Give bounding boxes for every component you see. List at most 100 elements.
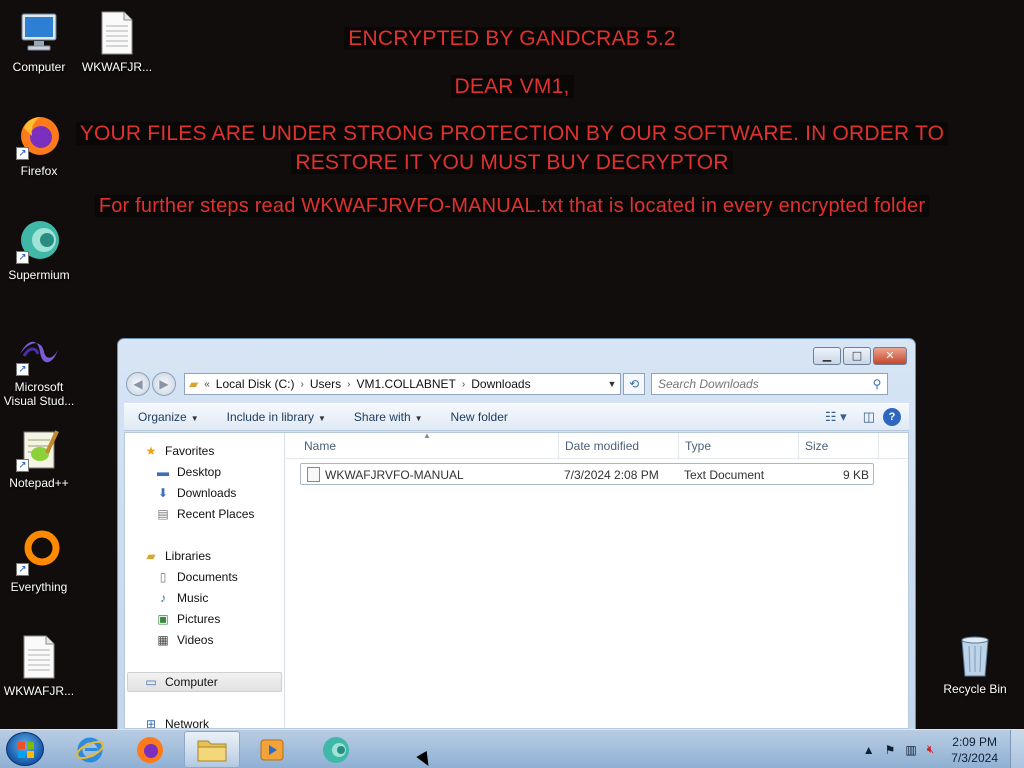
organize-button[interactable]: Organize ▼ <box>124 410 213 424</box>
recycle-bin-icon <box>952 632 998 678</box>
nav-downloads-label: Downloads <box>177 486 237 500</box>
desktop-icon-label: Everything <box>10 580 68 594</box>
taskbar-windows-explorer[interactable] <box>184 731 240 768</box>
breadcrumb-separator-icon[interactable]: › <box>462 379 465 390</box>
include-in-library-button[interactable]: Include in library ▼ <box>213 410 340 424</box>
nav-recent-places[interactable]: ▤ Recent Places <box>155 504 254 524</box>
action-center-flag-icon[interactable]: ⚑ <box>885 743 896 757</box>
column-name[interactable]: Name <box>304 439 336 453</box>
nav-libraries[interactable]: ▰ Libraries <box>143 546 211 566</box>
share-with-label: Share with <box>353 410 411 424</box>
nav-videos[interactable]: ▦ Videos <box>155 630 213 650</box>
desktop-icon-notepad-plus-plus[interactable]: ↗ Notepad++ <box>0 426 78 490</box>
show-hidden-icons-icon[interactable]: ▲ <box>863 743 875 757</box>
libraries-icon: ▰ <box>146 549 156 563</box>
network-icon: ⊞ <box>145 717 157 728</box>
address-bar[interactable]: ▰ « Local Disk (C:) › Users › VM1.COLLAB… <box>184 373 621 395</box>
navigation-pane: ★ Favorites ▬ Desktop ⬇ Downloads ▤ Recent P… <box>125 433 285 728</box>
desktop-icon-everything[interactable]: ↗ Everything <box>0 530 78 594</box>
chevron-down-icon: ▼ <box>190 414 199 423</box>
back-button[interactable]: ◀ <box>126 372 150 396</box>
nav-downloads[interactable]: ⬇ Downloads <box>155 483 236 503</box>
visual-studio-icon: ↗ <box>16 330 62 376</box>
file-row[interactable]: WKWAFJRVFO-MANUAL 7/3/2024 2:08 PM Text … <box>300 463 874 485</box>
search-icon[interactable]: ⚲ <box>867 377 887 391</box>
breadcrumb-overflow-icon[interactable]: « <box>204 379 210 390</box>
desktop-icon-label: Computer <box>12 60 66 74</box>
desktop-icon: ▬ <box>157 465 169 479</box>
column-type[interactable]: Type <box>685 439 711 453</box>
start-button[interactable] <box>6 732 44 766</box>
file-name: WKWAFJRVFO-MANUAL <box>325 468 464 482</box>
maximize-button[interactable]: □ <box>843 347 871 365</box>
column-divider[interactable] <box>798 433 799 459</box>
file-date-modified: 7/3/2024 2:08 PM <box>564 468 659 482</box>
nav-music-label: Music <box>177 591 209 605</box>
search-box[interactable]: ⚲ <box>651 373 888 395</box>
window-controls: ▁ □ ✕ <box>811 347 907 365</box>
firefox-icon: ↗ <box>16 114 62 160</box>
supermium-icon: ↗ <box>16 218 62 264</box>
show-desktop-button[interactable] <box>1010 730 1024 768</box>
column-divider[interactable] <box>678 433 679 459</box>
search-input[interactable] <box>658 377 867 391</box>
desktop-icon-label: Recycle Bin <box>943 682 1007 696</box>
ransom-greeting-text: DEAR VM1, <box>450 75 574 98</box>
desktop-icon-visual-studio[interactable]: ↗ Microsoft Visual Stud... <box>0 330 78 408</box>
share-with-button[interactable]: Share with ▼ <box>340 410 437 424</box>
clock[interactable]: 2:09 PM 7/3/2024 <box>951 734 998 766</box>
nav-documents[interactable]: ▯ Documents <box>155 567 238 587</box>
nav-pictures-label: Pictures <box>177 612 221 626</box>
everything-search-icon: ↗ <box>16 530 62 576</box>
help-icon[interactable]: ? <box>883 408 901 426</box>
taskbar-media-player[interactable] <box>244 731 300 768</box>
taskbar-supermium[interactable] <box>308 731 364 768</box>
explorer-window[interactable]: ▁ □ ✕ ◀ ▶ ▰ « Local Disk (C:) › Users › … <box>117 338 916 730</box>
nav-computer[interactable]: ▭ Computer <box>143 672 218 692</box>
network-status-icon[interactable]: ▥ <box>905 743 916 757</box>
breadcrumb-user-folder[interactable]: VM1.COLLABNET <box>357 377 456 391</box>
include-in-library-label: Include in library <box>226 410 314 424</box>
notepad-plus-plus-icon: ↗ <box>16 426 62 472</box>
column-divider[interactable] <box>558 433 559 459</box>
column-date-modified[interactable]: Date modified <box>565 439 639 453</box>
text-file-icon <box>307 467 320 482</box>
breadcrumb-separator-icon[interactable]: › <box>347 379 350 390</box>
nav-desktop[interactable]: ▬ Desktop <box>155 462 221 482</box>
refresh-button[interactable]: ⟲ <box>623 373 645 395</box>
file-size: 9 KB <box>842 468 869 482</box>
nav-favorites[interactable]: ★ Favorites <box>143 441 215 461</box>
desktop-icon-manual-file[interactable]: WKWAFJR... <box>78 10 156 74</box>
breadcrumb-local-disk[interactable]: Local Disk (C:) <box>216 377 295 391</box>
desktop-icon-firefox[interactable]: ↗ Firefox <box>0 114 78 178</box>
nav-music[interactable]: ♪ Music <box>155 588 208 608</box>
nav-computer-label: Computer <box>165 675 218 689</box>
column-size[interactable]: Size <box>805 439 828 453</box>
windows-logo-icon <box>18 742 34 758</box>
column-divider[interactable] <box>878 433 879 459</box>
folder-icon: ▰ <box>189 377 199 391</box>
forward-button[interactable]: ▶ <box>152 372 176 396</box>
desktop-icon-supermium[interactable]: ↗ Supermium <box>0 218 78 282</box>
close-button[interactable]: ✕ <box>873 347 907 365</box>
nav-pictures[interactable]: ▣ Pictures <box>155 609 220 629</box>
view-options-icon[interactable]: ☷ ▾ <box>825 409 847 425</box>
videos-icon: ▦ <box>157 633 169 647</box>
desktop-icon-computer[interactable]: Computer <box>0 10 78 74</box>
volume-muted-icon[interactable]: 🔇︎ <box>927 742 935 757</box>
music-icon: ♪ <box>160 591 166 605</box>
breadcrumb-downloads[interactable]: Downloads <box>471 377 530 391</box>
taskbar-firefox[interactable] <box>122 731 178 768</box>
desktop-icon-recycle-bin[interactable]: Recycle Bin <box>936 632 1014 696</box>
desktop-icon-label: Notepad++ <box>9 476 69 490</box>
new-folder-button[interactable]: New folder <box>437 410 522 424</box>
breadcrumb-separator-icon[interactable]: › <box>300 379 303 390</box>
shortcut-arrow-icon: ↗ <box>16 563 29 576</box>
preview-pane-icon[interactable]: ◫ <box>863 409 875 425</box>
nav-network[interactable]: ⊞ Network <box>143 714 209 728</box>
address-dropdown-icon[interactable]: ▼ <box>604 379 620 389</box>
breadcrumb-users[interactable]: Users <box>310 377 341 391</box>
taskbar-internet-explorer[interactable] <box>62 731 118 768</box>
minimize-button[interactable]: ▁ <box>813 347 841 365</box>
desktop-icon-manual-file[interactable]: WKWAFJR... <box>0 634 78 698</box>
